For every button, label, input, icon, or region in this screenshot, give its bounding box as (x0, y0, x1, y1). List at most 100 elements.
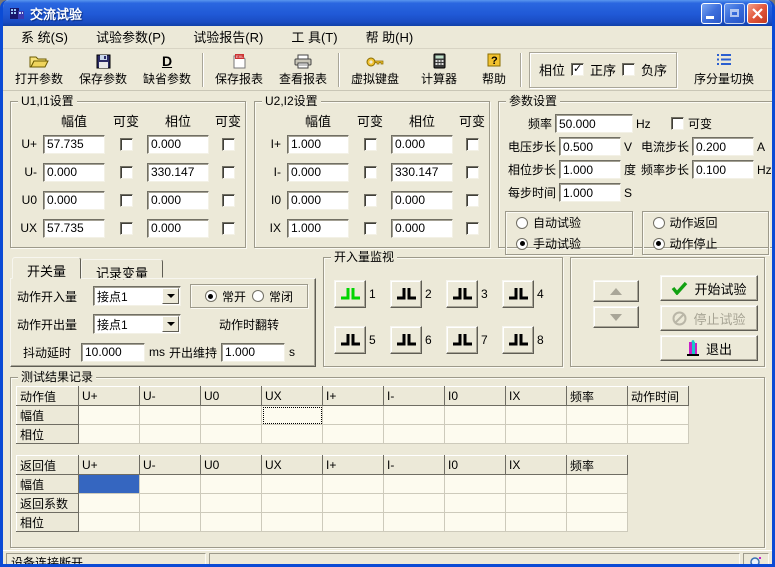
u-minus-amplitude-input[interactable]: 0.000 (43, 163, 105, 182)
i-minus-phase-var-checkbox[interactable] (466, 166, 479, 179)
result-cell[interactable] (201, 475, 262, 494)
u-x-phase-input[interactable]: 0.000 (147, 219, 209, 238)
menu-test-params[interactable]: 试验参数(P) (86, 25, 183, 49)
result-cell[interactable] (506, 513, 567, 532)
row-header-amplitude[interactable]: 幅值 (17, 406, 79, 425)
i-x-amplitude-input[interactable]: 1.000 (287, 219, 349, 238)
u-zero-phase-var-checkbox[interactable] (222, 194, 235, 207)
i-minus-amp-var-checkbox[interactable] (364, 166, 377, 179)
column-header[interactable]: U0 (201, 387, 262, 406)
contact-indicator-5[interactable] (334, 326, 366, 354)
save-report-button[interactable]: EXL 保存报表 (207, 51, 271, 89)
column-header[interactable]: I0 (445, 387, 506, 406)
i-plus-phase-var-checkbox[interactable] (466, 138, 479, 151)
i-zero-phase-var-checkbox[interactable] (466, 194, 479, 207)
u-plus-amplitude-input[interactable]: 57.735 (43, 135, 105, 154)
u-zero-amplitude-input[interactable]: 0.000 (43, 191, 105, 210)
result-cell[interactable] (262, 494, 323, 513)
contact-indicator-1[interactable] (334, 280, 366, 308)
exit-button[interactable]: 退出 (660, 335, 758, 361)
normally-open-radio[interactable] (205, 290, 217, 302)
result-cell[interactable] (323, 475, 384, 494)
menu-test-report[interactable]: 试验报告(R) (183, 25, 281, 49)
result-cell[interactable] (323, 406, 384, 425)
frequency-input[interactable]: 50.000 (555, 114, 633, 133)
contact-indicator-2[interactable] (390, 280, 422, 308)
result-cell[interactable] (445, 475, 506, 494)
result-cell[interactable] (384, 513, 445, 532)
result-cell[interactable] (140, 425, 201, 444)
u-x-phase-var-checkbox[interactable] (222, 222, 235, 235)
frequency-variable-checkbox[interactable] (671, 117, 684, 130)
help-button[interactable]: ? 帮助 (471, 51, 517, 89)
chevron-down-icon[interactable] (162, 288, 179, 304)
step-time-input[interactable]: 1.000 (559, 183, 621, 202)
u-x-amp-var-checkbox[interactable] (120, 222, 133, 235)
tab-record-variable[interactable]: 记录变量 (81, 259, 163, 278)
column-header[interactable]: 频率 (567, 387, 628, 406)
result-cell[interactable] (384, 475, 445, 494)
debounce-delay-input[interactable]: 10.000 (81, 343, 145, 362)
u-plus-amp-var-checkbox[interactable] (120, 138, 133, 151)
result-cell[interactable] (323, 425, 384, 444)
result-cell-focused[interactable] (262, 406, 323, 425)
result-cell[interactable] (384, 425, 445, 444)
column-header[interactable]: I+ (323, 456, 384, 475)
result-cell[interactable] (201, 425, 262, 444)
u-plus-phase-var-checkbox[interactable] (222, 138, 235, 151)
i-minus-amplitude-input[interactable]: 0.000 (287, 163, 349, 182)
column-header[interactable]: U- (140, 456, 201, 475)
u-zero-amp-var-checkbox[interactable] (120, 194, 133, 207)
result-cell[interactable] (262, 425, 323, 444)
default-params-button[interactable]: D 缺省参数 (135, 51, 199, 89)
menu-tools[interactable]: 工 具(T) (281, 25, 355, 49)
action-stop-radio[interactable] (653, 238, 665, 250)
view-report-button[interactable]: 查看报表 (271, 51, 335, 89)
column-header[interactable]: I- (384, 387, 445, 406)
result-cell[interactable] (201, 513, 262, 532)
i-zero-amp-var-checkbox[interactable] (364, 194, 377, 207)
result-cell[interactable] (567, 513, 628, 532)
result-cell[interactable] (323, 494, 384, 513)
contact-indicator-7[interactable] (446, 326, 478, 354)
result-cell[interactable] (567, 475, 628, 494)
u-x-amplitude-input[interactable]: 57.735 (43, 219, 105, 238)
result-cell[interactable] (384, 494, 445, 513)
i-plus-amp-var-checkbox[interactable] (364, 138, 377, 151)
normally-closed-radio[interactable] (252, 290, 264, 302)
column-header[interactable]: U+ (79, 456, 140, 475)
phase-step-input[interactable]: 1.000 (559, 160, 621, 179)
u-plus-phase-input[interactable]: 0.000 (147, 135, 209, 154)
scroll-up-button[interactable] (593, 280, 639, 302)
contact-indicator-8[interactable] (502, 326, 534, 354)
column-header[interactable]: U- (140, 387, 201, 406)
contact-indicator-6[interactable] (390, 326, 422, 354)
row-header-phase[interactable]: 相位 (17, 425, 79, 444)
result-cell[interactable] (445, 513, 506, 532)
manual-test-radio[interactable] (516, 238, 528, 250)
scroll-down-button[interactable] (593, 306, 639, 328)
result-cell[interactable] (567, 494, 628, 513)
result-cell[interactable] (79, 425, 140, 444)
result-cell[interactable] (79, 494, 140, 513)
i-plus-amplitude-input[interactable]: 1.000 (287, 135, 349, 154)
column-header[interactable]: IX (506, 456, 567, 475)
open-params-button[interactable]: 打开参数 (7, 51, 71, 89)
action-return-radio[interactable] (653, 217, 665, 229)
result-cell[interactable] (628, 425, 689, 444)
magnifier-icon[interactable] (743, 553, 769, 567)
column-header[interactable]: I+ (323, 387, 384, 406)
chevron-down-icon[interactable] (162, 316, 179, 332)
result-cell[interactable] (506, 406, 567, 425)
column-header[interactable]: UX (262, 456, 323, 475)
row-header-return-ratio[interactable]: 返回系数 (17, 494, 79, 513)
i-minus-phase-input[interactable]: 330.147 (391, 163, 453, 182)
negative-sequence-checkbox[interactable] (622, 63, 635, 76)
result-cell[interactable] (140, 513, 201, 532)
result-cell[interactable] (567, 406, 628, 425)
column-header[interactable]: U0 (201, 456, 262, 475)
action-input-select[interactable]: 接点1 (93, 286, 181, 306)
action-output-select[interactable]: 接点1 (93, 314, 181, 334)
i-x-amp-var-checkbox[interactable] (364, 222, 377, 235)
u-minus-amp-var-checkbox[interactable] (120, 166, 133, 179)
